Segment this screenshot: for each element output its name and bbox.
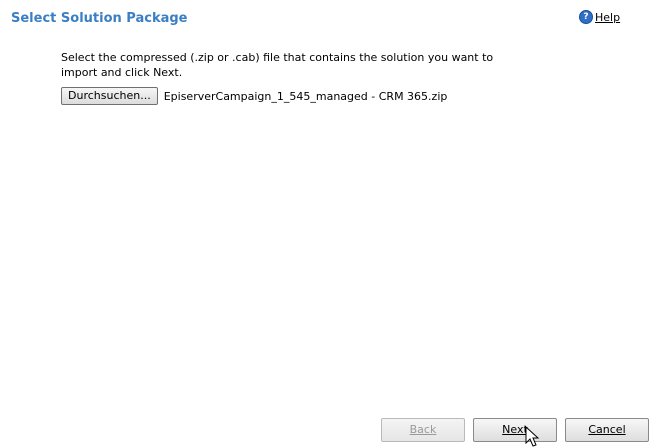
back-button[interactable]: Back [381, 418, 465, 442]
file-picker-row: Durchsuchen... EpiserverCampaign_1_545_m… [61, 87, 447, 105]
selected-file-name: EpiserverCampaign_1_545_managed - CRM 36… [163, 89, 448, 103]
back-button-label: Back [409, 423, 437, 436]
cancel-button[interactable]: Cancel [565, 418, 649, 442]
help-label-text: Help [595, 10, 621, 24]
cancel-button-label: Cancel [588, 423, 626, 436]
help-link[interactable]: ? Help [579, 10, 620, 24]
next-button[interactable]: Next [473, 418, 557, 442]
instructions-text: Select the compressed (.zip or .cab) fil… [61, 51, 494, 79]
help-label: Help [595, 11, 620, 24]
browse-button[interactable]: Durchsuchen... [61, 87, 158, 105]
help-icon: ? [579, 10, 593, 24]
page-title: Select Solution Package [11, 11, 188, 26]
next-button-label: Next [502, 423, 528, 436]
